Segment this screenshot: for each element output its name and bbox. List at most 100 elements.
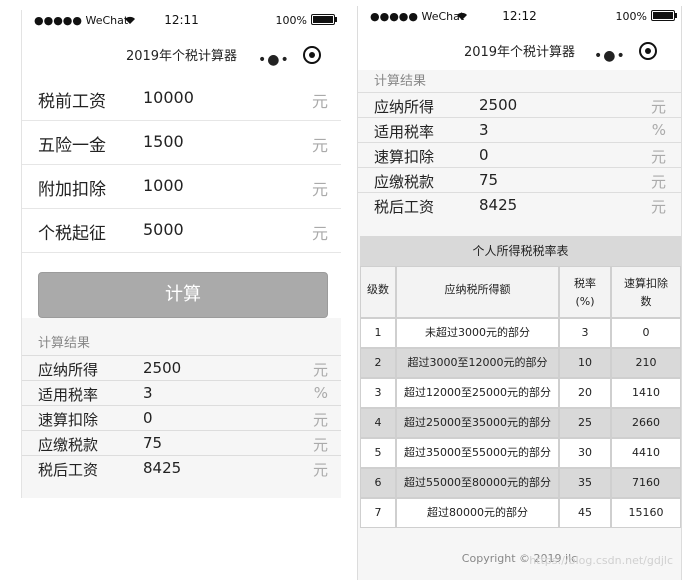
table-cell: 30 <box>559 438 611 468</box>
field-label: 五险一金 <box>38 136 106 156</box>
calculate-button[interactable]: 计算 <box>38 272 328 318</box>
table-cell: 210 <box>611 348 681 378</box>
result-title: 计算结果 <box>38 336 91 351</box>
unit-label: 元 <box>311 224 328 243</box>
status-bar: ●●●●● WeChat 12:11 100% <box>22 10 341 32</box>
result-label: 适用税率 <box>374 123 435 141</box>
result-row: 速算扣除 0 元 <box>22 405 341 431</box>
table-cell: 4 <box>360 408 396 438</box>
table-cell: 20 <box>559 378 611 408</box>
field-label: 个税起征 <box>38 224 106 244</box>
table-cell: 7160 <box>611 468 681 498</box>
nav-bar: 2019年个税计算器 •●• <box>358 28 681 70</box>
result-row: 适用税率 3 % <box>358 117 681 143</box>
result-value: 3 <box>143 384 153 402</box>
right-phone-screen: ●●●●● WeChat 12:12 100% 2019年个税计算器 •●• 计… <box>357 6 682 580</box>
unit-label: % <box>651 121 666 139</box>
table-cell: 未超过3000元的部分 <box>396 318 559 348</box>
result-label: 税后工资 <box>374 198 435 216</box>
result-label: 应缴税款 <box>374 173 435 191</box>
result-value: 0 <box>479 146 489 164</box>
pretax-salary-input[interactable]: 10000 <box>143 88 194 107</box>
result-row: 应纳所得 2500 元 <box>22 355 341 381</box>
input-row-social-insurance[interactable]: 五险一金 1500 元 <box>22 120 341 165</box>
table-cell: 6 <box>360 468 396 498</box>
table-cell: 超过80000元的部分 <box>396 498 559 528</box>
table-cell: 25 <box>559 408 611 438</box>
result-label: 应纳所得 <box>374 98 435 116</box>
table-cell: 超过3000至12000元的部分 <box>396 348 559 378</box>
result-row: 税后工资 8425 元 <box>358 192 681 218</box>
unit-label: 元 <box>650 148 666 166</box>
close-miniprogram-icon[interactable] <box>639 42 657 60</box>
result-value: 8425 <box>479 196 518 214</box>
left-phone-screen: ●●●●● WeChat 12:11 100% 2019年个税计算器 •●• 税… <box>21 10 341 498</box>
table-cell: 1410 <box>611 378 681 408</box>
unit-label: 元 <box>312 411 328 429</box>
table-cell: 0 <box>611 318 681 348</box>
table-cell: 15160 <box>611 498 681 528</box>
result-label: 速算扣除 <box>374 148 435 166</box>
unit-label: 元 <box>312 361 328 379</box>
table-cell: 3 <box>559 318 611 348</box>
result-row: 应纳所得 2500 元 <box>358 92 681 118</box>
result-value: 3 <box>479 121 489 139</box>
unit-label: 元 <box>312 436 328 454</box>
table-cell: 7 <box>360 498 396 528</box>
page-title: 2019年个税计算器 <box>463 45 576 60</box>
result-value: 75 <box>479 171 499 189</box>
result-value: 2500 <box>143 359 182 377</box>
unit-label: 元 <box>650 173 666 191</box>
field-label: 附加扣除 <box>38 180 106 200</box>
close-miniprogram-icon[interactable] <box>303 46 321 64</box>
result-value: 2500 <box>479 96 518 114</box>
more-icon[interactable]: •●• <box>594 48 626 64</box>
unit-label: 元 <box>311 92 328 111</box>
table-cell: 超过12000至25000元的部分 <box>396 378 559 408</box>
unit-label: 元 <box>311 136 328 155</box>
result-row: 应缴税款 75 元 <box>358 167 681 193</box>
unit-label: 元 <box>650 198 666 216</box>
table-header-cell: 应纳税所得额 <box>396 266 559 318</box>
additional-deduction-input[interactable]: 1000 <box>143 176 184 195</box>
tax-threshold-input[interactable]: 5000 <box>143 220 184 239</box>
result-title: 计算结果 <box>374 74 427 86</box>
battery-icon <box>311 14 337 25</box>
table-cell: 5 <box>360 438 396 468</box>
table-header-cell: 税率 (%) <box>559 266 611 318</box>
unit-label: % <box>313 384 328 402</box>
result-label: 适用税率 <box>38 386 99 404</box>
table-cell: 4410 <box>611 438 681 468</box>
battery-percent: 100% <box>275 14 307 27</box>
unit-label: 元 <box>650 98 666 116</box>
result-label: 应缴税款 <box>38 436 99 454</box>
result-row: 税后工资 8425 元 <box>22 455 341 481</box>
table-cell: 超过25000至35000元的部分 <box>396 408 559 438</box>
input-row-pretax-salary[interactable]: 税前工资 10000 元 <box>22 76 341 121</box>
status-bar: ●●●●● WeChat 12:12 100% <box>358 6 681 28</box>
input-row-tax-threshold[interactable]: 个税起征 5000 元 <box>22 208 341 253</box>
more-icon[interactable]: •●• <box>258 52 290 68</box>
battery-percent: 100% <box>615 10 647 23</box>
input-row-additional-deduction[interactable]: 附加扣除 1000 元 <box>22 164 341 209</box>
table-cell: 45 <box>559 498 611 528</box>
table-cell: 2 <box>360 348 396 378</box>
table-cell: 35 <box>559 468 611 498</box>
nav-bar: 2019年个税计算器 •●• <box>22 32 341 76</box>
battery-status: 100% <box>615 10 677 23</box>
table-cell: 2660 <box>611 408 681 438</box>
unit-label: 元 <box>311 180 328 199</box>
social-insurance-input[interactable]: 1500 <box>143 132 184 151</box>
watermark: https://blog.csdn.net/gdjlc <box>529 554 673 567</box>
result-row: 适用税率 3 % <box>22 380 341 406</box>
page-title: 2019年个税计算器 <box>125 49 238 64</box>
table-cell: 10 <box>559 348 611 378</box>
table-header-cell: 级数 <box>360 266 396 318</box>
tax-table-title: 个人所得税税率表 <box>360 236 681 266</box>
field-label: 税前工资 <box>38 92 106 112</box>
result-value: 75 <box>143 434 163 452</box>
result-label: 速算扣除 <box>38 411 99 429</box>
result-row: 应缴税款 75 元 <box>22 430 341 456</box>
result-label: 税后工资 <box>38 461 99 479</box>
result-row: 速算扣除 0 元 <box>358 142 681 168</box>
